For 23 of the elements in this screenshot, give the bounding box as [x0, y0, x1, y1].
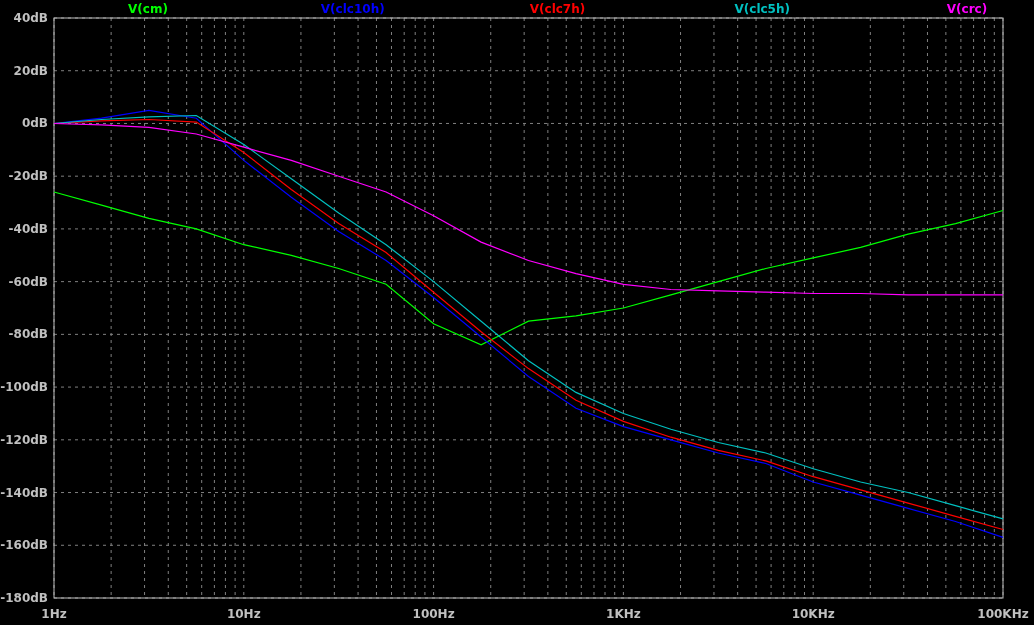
y-tick-label: 20dB	[13, 63, 48, 78]
y-tick-label: -20dB	[8, 169, 48, 184]
y-tick-label: -140dB	[0, 485, 48, 500]
y-tick-label: -60dB	[8, 274, 48, 289]
y-tick-label: 0dB	[21, 116, 48, 131]
y-tick-label: -120dB	[0, 432, 48, 447]
x-tick-label: 10Hz	[226, 607, 261, 621]
legend-label: V(crc)	[946, 2, 988, 16]
x-tick-label: 100Hz	[412, 607, 455, 621]
x-tick-label: 1KHz	[606, 607, 641, 621]
x-tick-label: 1Hz	[41, 607, 67, 621]
y-tick-label: -100dB	[0, 380, 48, 395]
y-tick-label: 40dB	[13, 11, 48, 25]
y-tick-label: -160dB	[0, 538, 48, 553]
legend-label: V(clc5h)	[734, 2, 790, 16]
y-tick-label: -180dB	[0, 591, 48, 605]
x-tick-label: 10KHz	[791, 607, 835, 621]
legend-label: V(cm)	[128, 2, 168, 16]
legend-label: V(clc7h)	[529, 2, 586, 16]
legend-label: V(clc10h)	[320, 2, 385, 16]
y-tick-label: -40dB	[8, 221, 48, 236]
y-tick-label: -80dB	[8, 327, 48, 342]
x-tick-label: 100KHz	[977, 607, 1029, 621]
